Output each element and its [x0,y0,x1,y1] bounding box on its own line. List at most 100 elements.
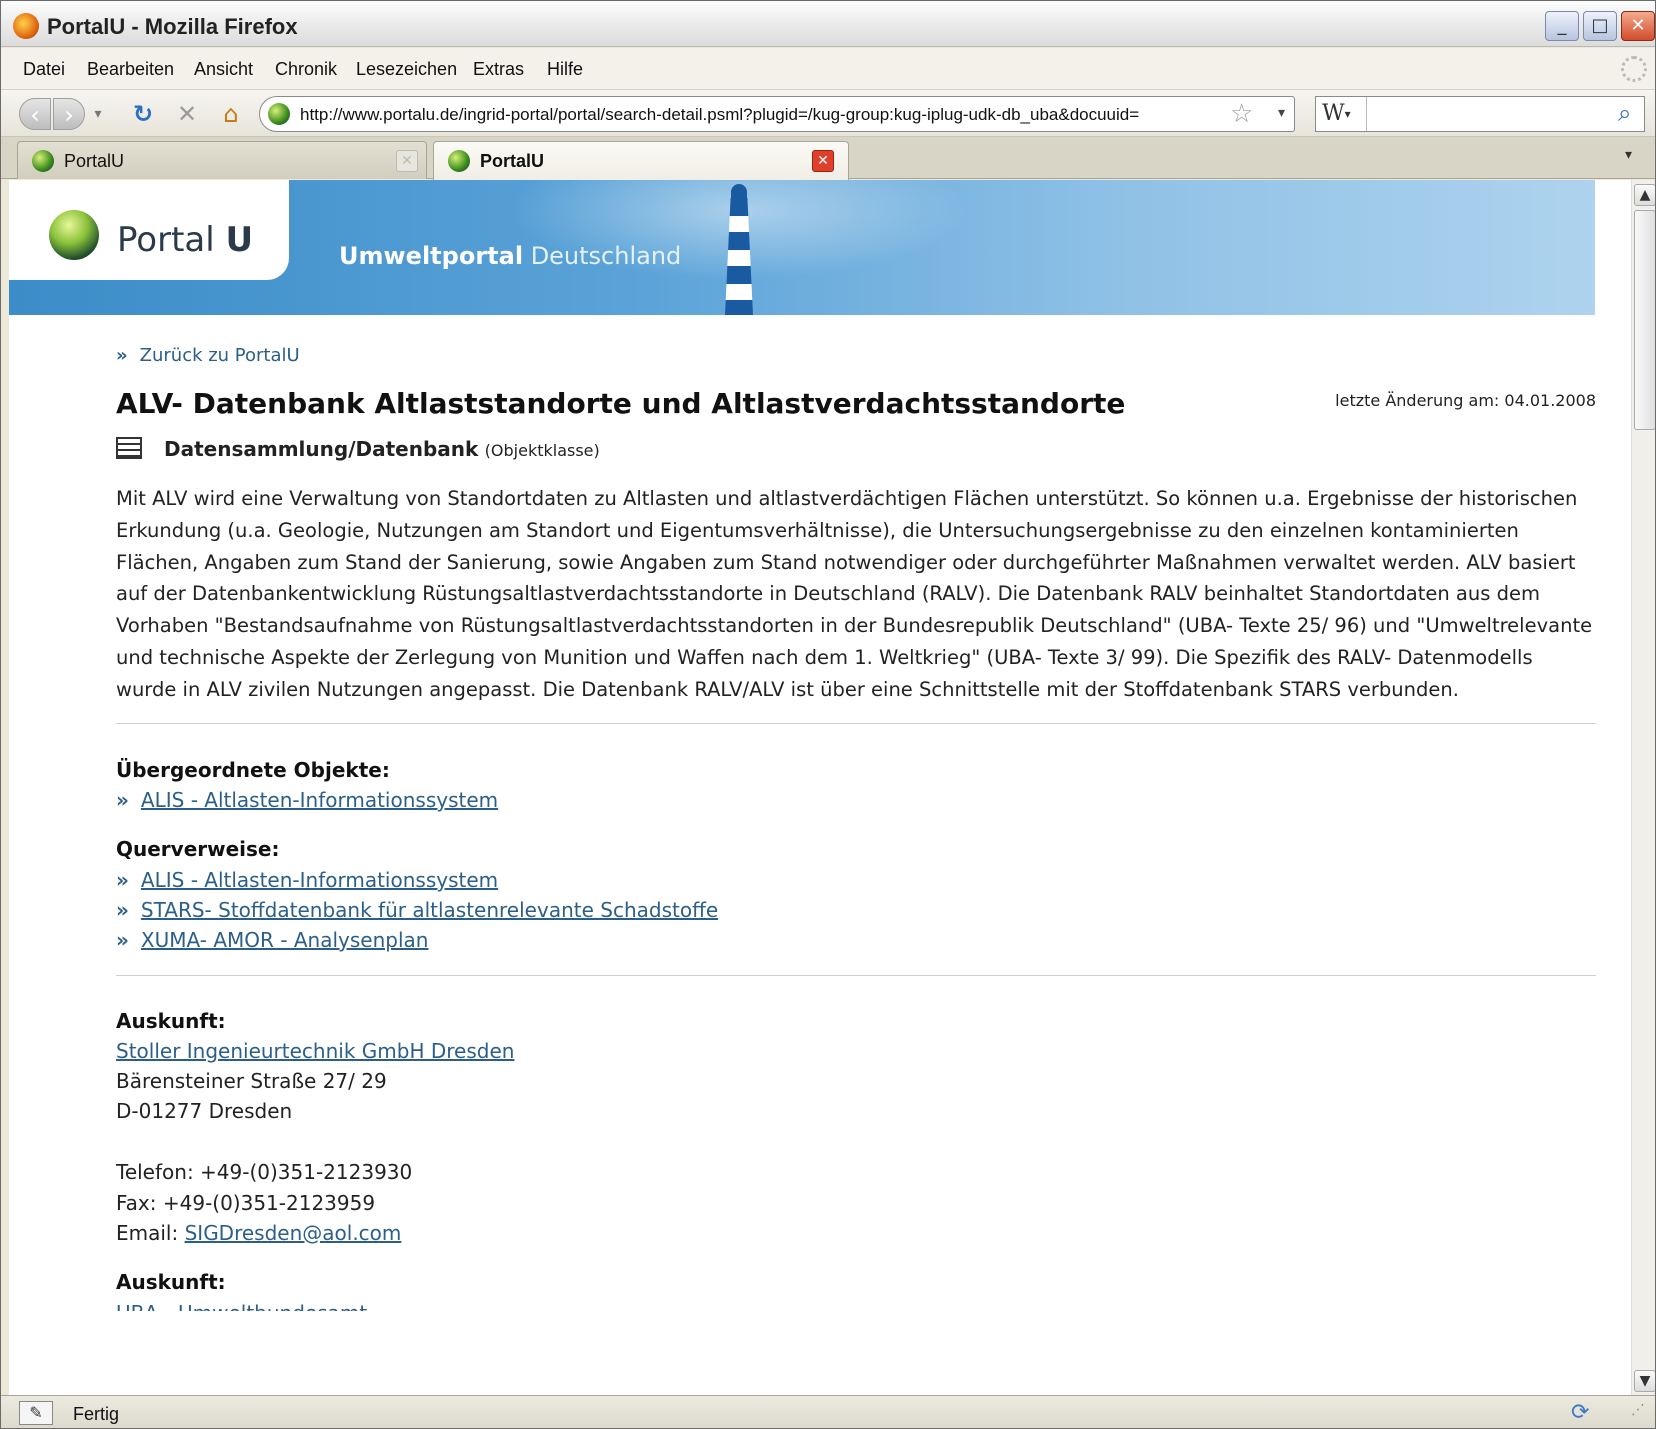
tab-favicon-icon [32,150,54,172]
raquo-icon: » [116,868,129,892]
tab-portalu-2[interactable]: PortalU ✕ [433,141,849,181]
status-bar: ✎ Fertig ⟳ ⋰ [1,1395,1655,1428]
search-bar[interactable]: W▾ ⌕ [1315,96,1645,132]
contact-email: Email: SIGDresden@aol.com [116,1221,401,1245]
lighthouse-icon [509,180,969,315]
cross-reference-label[interactable]: STARS- Stoffdatenbank für altlastenrelev… [141,898,718,922]
cross-reference-link[interactable]: » XUMA- AMOR - Analysenplan [116,928,428,952]
divider [116,723,1596,724]
maximize-button[interactable]: □ [1583,11,1617,41]
logo-text: Portal U [117,220,253,260]
scroll-thumb[interactable] [1634,210,1655,430]
site-header-banner: Portal U Umweltportal Deutschland [9,180,1595,315]
last-change-date: letzte Änderung am: 04.01.2008 [1335,391,1596,410]
contact-city: D-01277 Dresden [116,1099,293,1123]
vertical-scrollbar[interactable]: ▲ ▼ [1631,180,1655,1395]
cross-reference-link[interactable]: » ALIS - Altlasten-Informationssystem [116,868,498,892]
menu-ansicht[interactable]: Ansicht [194,59,253,80]
menu-datei[interactable]: Datei [23,59,65,80]
tagline-strong: Umweltportal [339,242,524,270]
menu-bar: Datei Bearbeiten Ansicht Chronik Lesezei… [1,48,1655,90]
tab-favicon-icon [448,150,470,172]
tab-close-icon[interactable]: ✕ [812,150,834,172]
throbber-icon [1621,56,1647,82]
forward-button[interactable]: › [53,98,85,130]
contact-email-label: Email: [116,1221,185,1245]
scroll-up-icon[interactable]: ▲ [1634,184,1655,206]
search-icon[interactable]: ⌕ [1618,99,1631,127]
cross-reference-link[interactable]: » STARS- Stoffdatenbank für altlastenrele… [116,898,718,922]
tab-portalu-1[interactable]: PortalU ✕ [17,141,427,179]
back-link-label: Zurück zu PortalU [139,345,300,366]
contact-organization-link[interactable]: Stoller Ingenieurtechnik GmbH Dresden [116,1039,514,1063]
tagline-light: Deutschland [530,242,682,270]
raquo-icon: » [116,898,129,922]
back-to-portalu-link[interactable]: » Zurück zu PortalU [116,345,300,366]
firefox-icon [13,13,39,39]
tab-bar: PortalU ✕ PortalU ✕ ▾ [1,137,1655,181]
browser-window: PortalU - Mozilla Firefox _ □ ✕ Datei Be… [0,0,1656,1429]
parent-objects-heading: Übergeordnete Objekte: [116,758,390,782]
description-text: Mit ALV wird eine Verwaltung von Standor… [116,487,1593,701]
tab-label: PortalU [64,151,125,171]
bookmark-star-icon[interactable]: ☆ [1230,99,1253,129]
object-class: Datensammlung/Datenbank (Objektklasse) [116,437,600,461]
site-favicon-icon[interactable] [268,103,290,125]
object-class-note: (Objektklasse) [484,441,600,460]
page-viewport: Portal U Umweltportal Deutschland » Zurüc… [9,180,1631,1395]
portalu-logo-icon [49,210,99,260]
raquo-icon: » [116,788,129,812]
contact-fax: Fax: +49-(0)351-2123959 [116,1191,376,1215]
tab-close-icon[interactable]: ✕ [396,150,418,172]
parent-object-link[interactable]: » ALIS - Altlasten-Informationssystem [116,788,498,812]
close-window-button[interactable]: ✕ [1621,11,1655,41]
home-icon[interactable]: ⌂ [215,98,247,130]
menu-extras[interactable]: Extras [473,59,524,80]
contact-phone: Telefon: +49-(0)351-2123930 [116,1160,413,1184]
divider [116,975,1596,976]
object-class-label: Datensammlung/Datenbank [164,437,479,461]
menu-lesezeichen[interactable]: Lesezeichen [356,59,457,80]
search-engine-icon[interactable]: W▾ [1322,101,1351,126]
parent-object-label[interactable]: ALIS - Altlasten-Informationssystem [141,788,498,812]
menu-hilfe[interactable]: Hilfe [547,59,583,80]
tab-list-dropdown-icon[interactable]: ▾ [1625,147,1632,163]
contact-organization-label[interactable]: Stoller Ingenieurtechnik GmbH Dresden [116,1039,514,1063]
sync-icon[interactable]: ⟳ [1571,1400,1589,1425]
title-bar: PortalU - Mozilla Firefox _ □ ✕ [1,1,1655,47]
page-title: ALV- Datenbank Altlaststandorte und Altl… [116,387,1126,420]
back-button[interactable]: ‹ [19,98,51,130]
contact-street: Bärensteiner Straße 27/ 29 [116,1069,387,1093]
minimize-button[interactable]: _ [1545,11,1579,41]
search-engine-label: W [1322,101,1345,126]
contact-organization-label-2[interactable]: UBA - Umweltbundesamt [116,1301,367,1311]
contact-heading: Auskunft: [116,1009,226,1033]
status-page-icon[interactable]: ✎ [19,1401,53,1425]
scroll-down-icon[interactable]: ▼ [1634,1370,1655,1392]
stop-icon[interactable]: ✕ [171,98,203,130]
raquo-icon: » [116,928,129,952]
raquo-icon: » [116,345,128,366]
url-bar[interactable]: http://www.portalu.de/ingrid-portal/port… [259,96,1295,132]
logo[interactable]: Portal U [9,180,289,280]
cross-reference-label[interactable]: ALIS - Altlasten-Informationssystem [141,868,498,892]
status-text: Fertig [73,1404,120,1424]
contact-email-link[interactable]: SIGDresden@aol.com [185,1221,402,1245]
contact-organization-link-2[interactable]: UBA - Umweltbundesamt [116,1301,367,1311]
menu-chronik[interactable]: Chronik [275,59,337,80]
tab-label: PortalU [480,151,545,171]
url-history-dropdown-icon[interactable]: ▾ [1278,105,1285,121]
contact-heading-2: Auskunft: [116,1270,226,1294]
history-dropdown-icon[interactable]: ▾ [89,98,107,130]
resize-grip-icon[interactable]: ⋰ [1631,1402,1645,1418]
window-title: PortalU - Mozilla Firefox [47,14,298,39]
url-input[interactable]: http://www.portalu.de/ingrid-portal/port… [300,105,1220,125]
navigation-toolbar: ‹ › ▾ ↻ ✕ ⌂ http://www.portalu.de/ingrid… [1,90,1655,137]
tagline: Umweltportal Deutschland [339,242,681,270]
search-divider [1366,97,1367,131]
cross-reference-label[interactable]: XUMA- AMOR - Analysenplan [141,928,429,952]
menu-bearbeiten[interactable]: Bearbeiten [87,59,174,80]
reload-icon[interactable]: ↻ [127,98,159,130]
logo-text-bold: U [225,220,254,260]
database-icon [116,437,142,459]
